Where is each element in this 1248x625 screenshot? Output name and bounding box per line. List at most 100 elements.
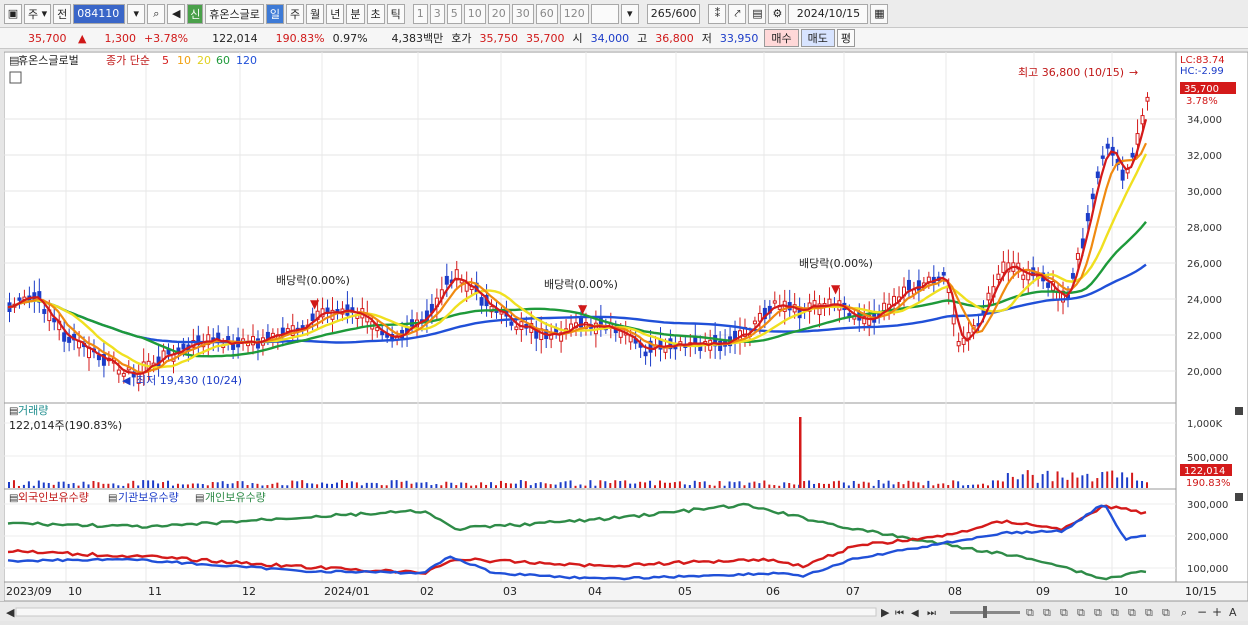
- vol-tick-1000k: 1,000K: [1187, 419, 1223, 430]
- period-month[interactable]: 월: [306, 3, 325, 24]
- interval-3[interactable]: 3: [429, 3, 445, 24]
- count-input[interactable]: 265/600: [646, 3, 701, 24]
- period-tick[interactable]: 틱: [386, 3, 405, 24]
- search-icon[interactable]: ⌕: [147, 3, 166, 24]
- interval-custom-input[interactable]: [590, 3, 619, 24]
- price-candle: [956, 341, 961, 347]
- volume-bar: [162, 482, 165, 488]
- price-candle: [181, 343, 186, 350]
- interval-60[interactable]: 60: [535, 3, 558, 24]
- calculator-icon[interactable]: [9, 71, 22, 84]
- period-second[interactable]: 초: [366, 3, 385, 24]
- interval-120[interactable]: 120: [559, 3, 589, 24]
- period-week[interactable]: 주: [286, 3, 305, 24]
- period-year[interactable]: 년: [326, 3, 345, 24]
- draw-tool-icon[interactable]: ⤤: [728, 3, 747, 24]
- volume-bar: [370, 482, 373, 488]
- text-size-icon[interactable]: A: [1229, 606, 1237, 619]
- interval-dropdown-icon[interactable]: ▾: [620, 3, 639, 24]
- window-icon[interactable]: ▣: [4, 3, 22, 24]
- volume-spike-bar: [799, 417, 802, 488]
- go-first-icon[interactable]: ⏮: [895, 608, 904, 619]
- volume-bar: [1141, 481, 1144, 488]
- price-candle: [1100, 155, 1105, 159]
- price-candle: [1105, 143, 1110, 149]
- period-minute[interactable]: 분: [346, 3, 365, 24]
- volume-bar: [1101, 472, 1104, 488]
- layout-icon-6[interactable]: ⧉: [1111, 606, 1119, 619]
- layout-icon-5[interactable]: ⧉: [1094, 606, 1102, 619]
- price-candle: [509, 321, 514, 326]
- minus-icon[interactable]: −: [1197, 605, 1207, 619]
- plus-icon[interactable]: +: [1212, 605, 1222, 619]
- interval-20[interactable]: 20: [487, 3, 510, 24]
- zoom-out-icon[interactable]: ⌕: [1181, 606, 1187, 619]
- layout-icon-4[interactable]: ⧉: [1077, 606, 1085, 619]
- layout-icon-8[interactable]: ⧉: [1145, 606, 1153, 619]
- market-select[interactable]: 주 ▾: [24, 3, 52, 24]
- holder-panel-close-icon[interactable]: [1235, 493, 1243, 501]
- scroll-track[interactable]: [15, 607, 877, 617]
- date-input[interactable]: 2024/10/15: [788, 3, 869, 24]
- chart-area[interactable]: 34,000 32,000 30,000 28,000 26,000 24,000 22,0…: [3, 51, 1248, 621]
- volume-bar: [862, 481, 865, 488]
- x-axis-label: 11: [148, 585, 162, 598]
- volume-bar: [614, 480, 617, 488]
- volume-bar: [261, 485, 264, 488]
- volume-bar: [579, 484, 582, 488]
- low-arrow-icon: ◀: [122, 374, 131, 387]
- up-arrow-icon: ▲: [78, 31, 87, 45]
- volume-bar: [191, 483, 194, 488]
- scroll-left-icon[interactable]: ◀: [6, 606, 15, 619]
- price-candle: [1001, 261, 1006, 273]
- layout-icon-7[interactable]: ⧉: [1128, 606, 1136, 619]
- volume-bar: [286, 485, 289, 488]
- volume-panel-close-icon[interactable]: [1235, 407, 1243, 415]
- gear-icon[interactable]: ⚙: [768, 3, 787, 24]
- volume-bar: [147, 480, 150, 488]
- calendar-icon[interactable]: ▦: [870, 3, 889, 24]
- average-button[interactable]: 평: [836, 29, 856, 47]
- volume-current: 122,014주(190.83%): [9, 419, 122, 432]
- interval-30[interactable]: 30: [511, 3, 534, 24]
- volume-bar: [306, 483, 309, 488]
- price-candle: [310, 313, 315, 322]
- buy-button[interactable]: 매수: [764, 29, 799, 47]
- current-pct-tag: 3.78%: [1186, 96, 1218, 107]
- stock-chart[interactable]: 34,000 32,000 30,000 28,000 26,000 24,000 22,0…: [3, 51, 1248, 602]
- volume-bar: [738, 481, 741, 488]
- scroll-right-icon[interactable]: ▶: [881, 606, 890, 619]
- volume-bar: [8, 482, 10, 488]
- play-back-icon[interactable]: ◀: [911, 608, 919, 619]
- interval-5[interactable]: 5: [446, 3, 462, 24]
- layout-icon-9[interactable]: ⧉: [1162, 606, 1170, 619]
- x-axis-label: 10: [68, 585, 82, 598]
- candle-settings-icon[interactable]: ⁑: [708, 3, 727, 24]
- speaker-icon[interactable]: ◀: [167, 3, 186, 24]
- interval-1[interactable]: 1: [412, 3, 428, 24]
- volume-bar: [311, 483, 314, 488]
- volume-bar: [122, 485, 125, 488]
- dividend-marker-3: ▼: [831, 282, 841, 296]
- ask-price: 35,700: [526, 31, 565, 45]
- save-icon[interactable]: ▤: [748, 3, 767, 24]
- volume-bar: [967, 485, 970, 488]
- code-dropdown-icon[interactable]: ▾: [127, 3, 146, 24]
- go-last-icon[interactable]: ⏭: [927, 608, 936, 619]
- sell-button[interactable]: 매도: [800, 29, 835, 47]
- mode-select[interactable]: 전: [53, 3, 72, 24]
- zoom-slider-handle[interactable]: [983, 606, 987, 618]
- layout-icon-2[interactable]: ⧉: [1043, 606, 1051, 619]
- layout-icon-1[interactable]: ⧉: [1026, 606, 1034, 619]
- layout-icon-3[interactable]: ⧉: [1060, 606, 1068, 619]
- code-input[interactable]: 084110: [73, 3, 126, 24]
- interval-10[interactable]: 10: [463, 3, 486, 24]
- price-candle: [1140, 115, 1145, 125]
- volume-bar: [226, 483, 229, 488]
- price-candle: [772, 300, 777, 304]
- volume-bar: [1021, 474, 1024, 488]
- volume-bar: [718, 481, 721, 488]
- chart-scrollbar[interactable]: ◀ ▶ ⏮ ◀ ⏭ ⧉ ⧉ ⧉ ⧉ ⧉ ⧉ ⧉ ⧉ ⧉ ⌕ − + A: [0, 601, 1248, 621]
- period-day[interactable]: 일: [265, 3, 285, 24]
- volume-bar: [892, 484, 895, 488]
